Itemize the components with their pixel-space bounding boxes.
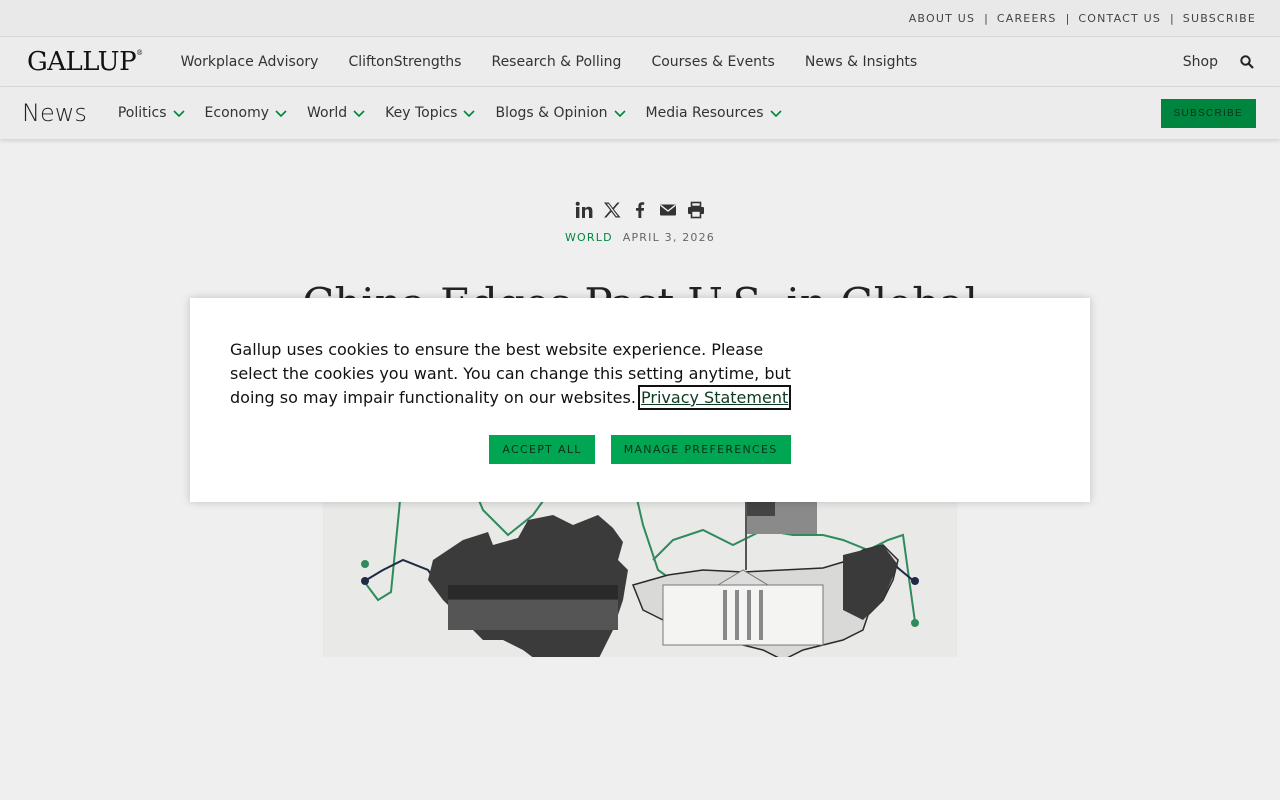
accept-all-button[interactable]: ACCEPT ALL — [489, 435, 595, 464]
privacy-statement-link[interactable]: Privacy Statement — [638, 385, 792, 410]
cookie-message: Gallup uses cookies to ensure the best w… — [230, 338, 800, 410]
cookie-consent-dialog: Gallup uses cookies to ensure the best w… — [190, 298, 1090, 502]
cookie-actions: ACCEPT ALL MANAGE PREFERENCES — [230, 435, 1050, 464]
manage-preferences-button[interactable]: MANAGE PREFERENCES — [610, 435, 791, 464]
